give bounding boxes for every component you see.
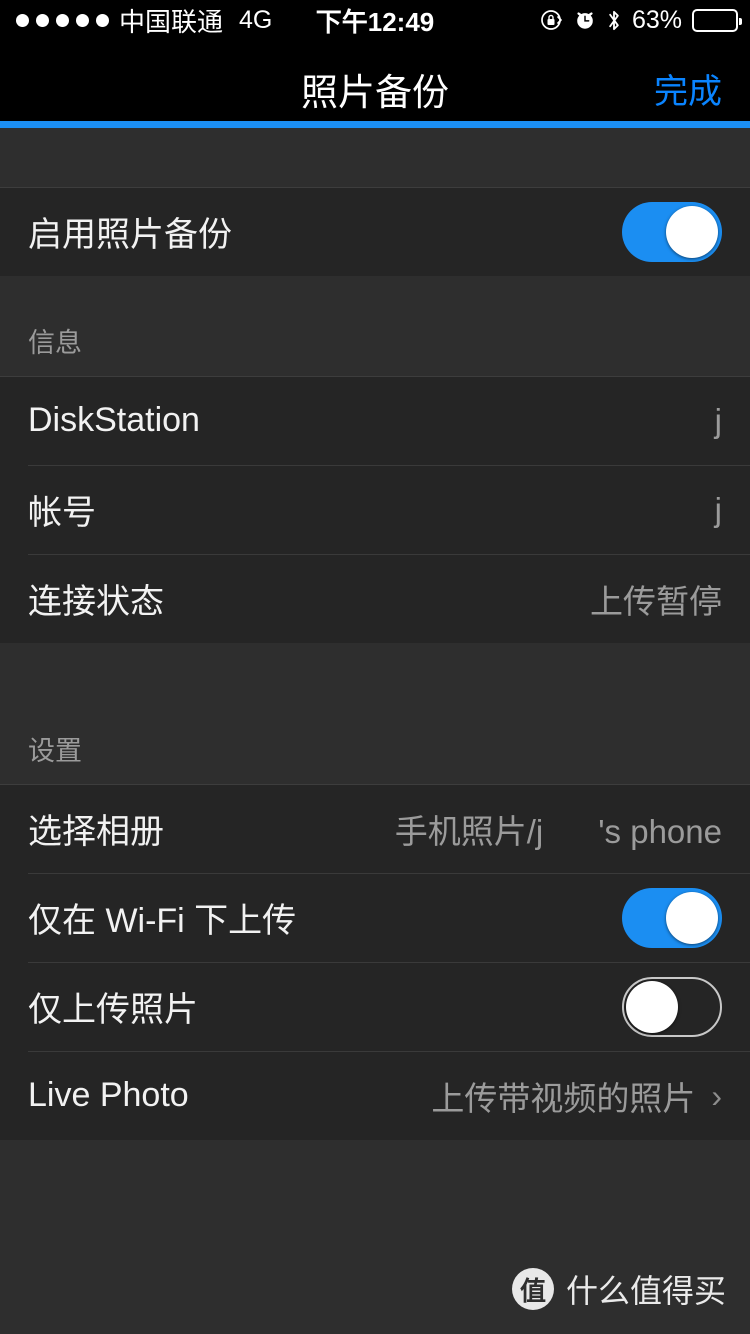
watermark-text: 什么值得买 xyxy=(565,1273,726,1309)
row-label: 选择相册 xyxy=(28,813,164,851)
row-photos-only-upload[interactable]: 仅上传照片 xyxy=(0,962,750,1051)
row-label: 启用照片备份 xyxy=(28,216,232,254)
battery-icon xyxy=(692,8,742,32)
rotation-lock-icon xyxy=(540,8,564,32)
settings-list[interactable]: 启用照片备份 信息 DiskStation j 帐号 j 连接状态 上传暂停 设… xyxy=(0,128,750,1334)
watermark: 值 什么值得买 xyxy=(511,1266,726,1312)
row-label: 帐号 xyxy=(28,494,96,532)
done-button[interactable]: 完成 xyxy=(654,64,722,113)
bluetooth-icon xyxy=(606,8,622,33)
row-value-wrap: 上传暂停 xyxy=(590,575,722,623)
watermark-logo-icon: 值 xyxy=(511,1268,554,1310)
upload-progress-bar xyxy=(0,121,750,128)
page-title: 照片备份 xyxy=(301,72,449,113)
row-wifi-only-upload[interactable]: 仅在 Wi-Fi 下上传 xyxy=(0,873,750,962)
row-diskstation[interactable]: DiskStation j xyxy=(0,376,750,465)
row-select-album[interactable]: 选择相册 手机照片/j 's phone xyxy=(0,784,750,873)
row-label: 仅上传照片 xyxy=(28,991,198,1029)
group-enable-backup: 启用照片备份 xyxy=(0,187,750,276)
toggle-knob xyxy=(666,891,718,944)
row-value-wrap: 手机照片/j 's phone xyxy=(395,805,722,853)
section-header-settings: 设置 xyxy=(0,643,750,784)
toggle-knob xyxy=(666,205,718,258)
section-header-info: 信息 xyxy=(0,276,750,376)
status-bar-right: 63% xyxy=(540,5,742,35)
group-info: DiskStation j 帐号 j 连接状态 上传暂停 xyxy=(0,376,750,643)
row-label: Live Photo xyxy=(28,1076,189,1114)
row-account[interactable]: 帐号 j xyxy=(0,465,750,554)
row-value-wrap: j xyxy=(715,402,722,440)
row-label: DiskStation xyxy=(28,401,200,439)
row-value: 上传暂停 xyxy=(590,582,722,620)
toggle-knob xyxy=(626,980,678,1033)
status-bar: 中国联通 4G 下午12:49 63% xyxy=(0,0,750,40)
section-settings: 设置 xyxy=(0,643,750,784)
row-value: j xyxy=(714,490,722,528)
wifi-only-upload-toggle[interactable] xyxy=(622,887,722,948)
row-label: 连接状态 xyxy=(28,583,164,621)
section-info: 信息 xyxy=(0,276,750,376)
list-spacer-top xyxy=(0,128,750,187)
row-value: 手机照片/j 's phone xyxy=(394,812,722,850)
row-value-wrap: 上传带视频的照片 › xyxy=(431,1072,722,1120)
alarm-clock-icon xyxy=(574,8,596,32)
navigation-bar: 照片备份 完成 xyxy=(0,40,750,121)
photos-only-upload-toggle[interactable] xyxy=(622,976,722,1037)
row-value: j xyxy=(714,401,722,439)
phone-screen: 中国联通 4G 下午12:49 63% 照片备份 完成 启用照片备份 信息 Di… xyxy=(0,0,750,1334)
battery-percent-label: 63% xyxy=(631,5,682,34)
row-live-photo[interactable]: Live Photo 上传带视频的照片 › xyxy=(0,1051,750,1140)
row-value: 上传带视频的照片 xyxy=(431,1079,696,1117)
row-connection-status[interactable]: 连接状态 上传暂停 xyxy=(0,554,750,643)
group-settings: 选择相册 手机照片/j 's phone 仅在 Wi-Fi 下上传 仅上传照片 … xyxy=(0,784,750,1140)
chevron-right-icon: › xyxy=(711,1077,722,1114)
row-value-wrap: j xyxy=(715,491,722,529)
row-label: 仅在 Wi-Fi 下上传 xyxy=(28,902,297,940)
enable-photo-backup-toggle[interactable] xyxy=(622,201,722,262)
row-enable-photo-backup[interactable]: 启用照片备份 xyxy=(0,187,750,276)
